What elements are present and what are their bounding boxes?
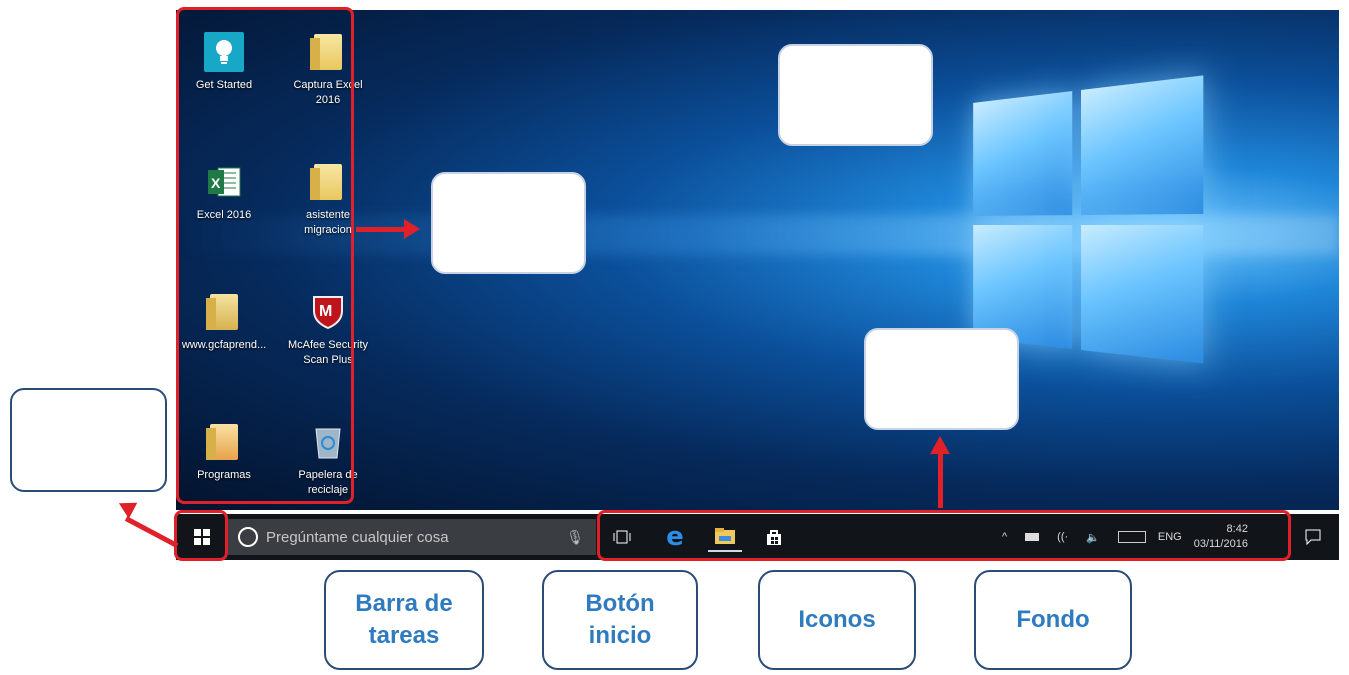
answer-box-taskbar[interactable] xyxy=(864,328,1019,430)
highlight-taskbar xyxy=(597,510,1291,561)
arrowhead xyxy=(930,436,950,454)
word-card-text: Fondo xyxy=(1016,606,1090,633)
answer-box-background[interactable] xyxy=(778,44,933,146)
word-card-barra-de-tareas[interactable]: Barra de tareas xyxy=(324,570,484,670)
highlight-desktop-icons xyxy=(176,7,354,504)
highlight-start-button xyxy=(174,510,228,561)
answer-box-icons[interactable] xyxy=(431,172,586,274)
arrow-to-start-box xyxy=(124,516,179,548)
microphone-icon[interactable]: 🎙 xyxy=(566,529,584,546)
arrowhead xyxy=(404,219,420,239)
worksheet: Get Started Captura Excel 2016 X Excel 2… xyxy=(0,0,1349,675)
search-box[interactable]: Pregúntame cualquier cosa 🎙 xyxy=(228,519,596,555)
word-card-text: Iconos xyxy=(798,606,876,633)
word-card-iconos[interactable]: Iconos xyxy=(758,570,916,670)
word-card-fondo[interactable]: Fondo xyxy=(974,570,1132,670)
word-card-text: Botón inicio xyxy=(585,590,655,649)
answer-box-start[interactable] xyxy=(10,388,167,492)
arrowhead xyxy=(114,495,138,519)
word-card-text: Barra de tareas xyxy=(355,590,453,649)
cortana-icon xyxy=(238,527,258,547)
search-placeholder: Pregúntame cualquier cosa xyxy=(266,528,449,546)
arrow-to-taskbar-box xyxy=(938,452,943,508)
arrow-to-icons-box xyxy=(356,227,408,232)
word-card-boton-inicio[interactable]: Botón inicio xyxy=(542,570,698,670)
action-center-icon[interactable] xyxy=(1298,522,1328,552)
